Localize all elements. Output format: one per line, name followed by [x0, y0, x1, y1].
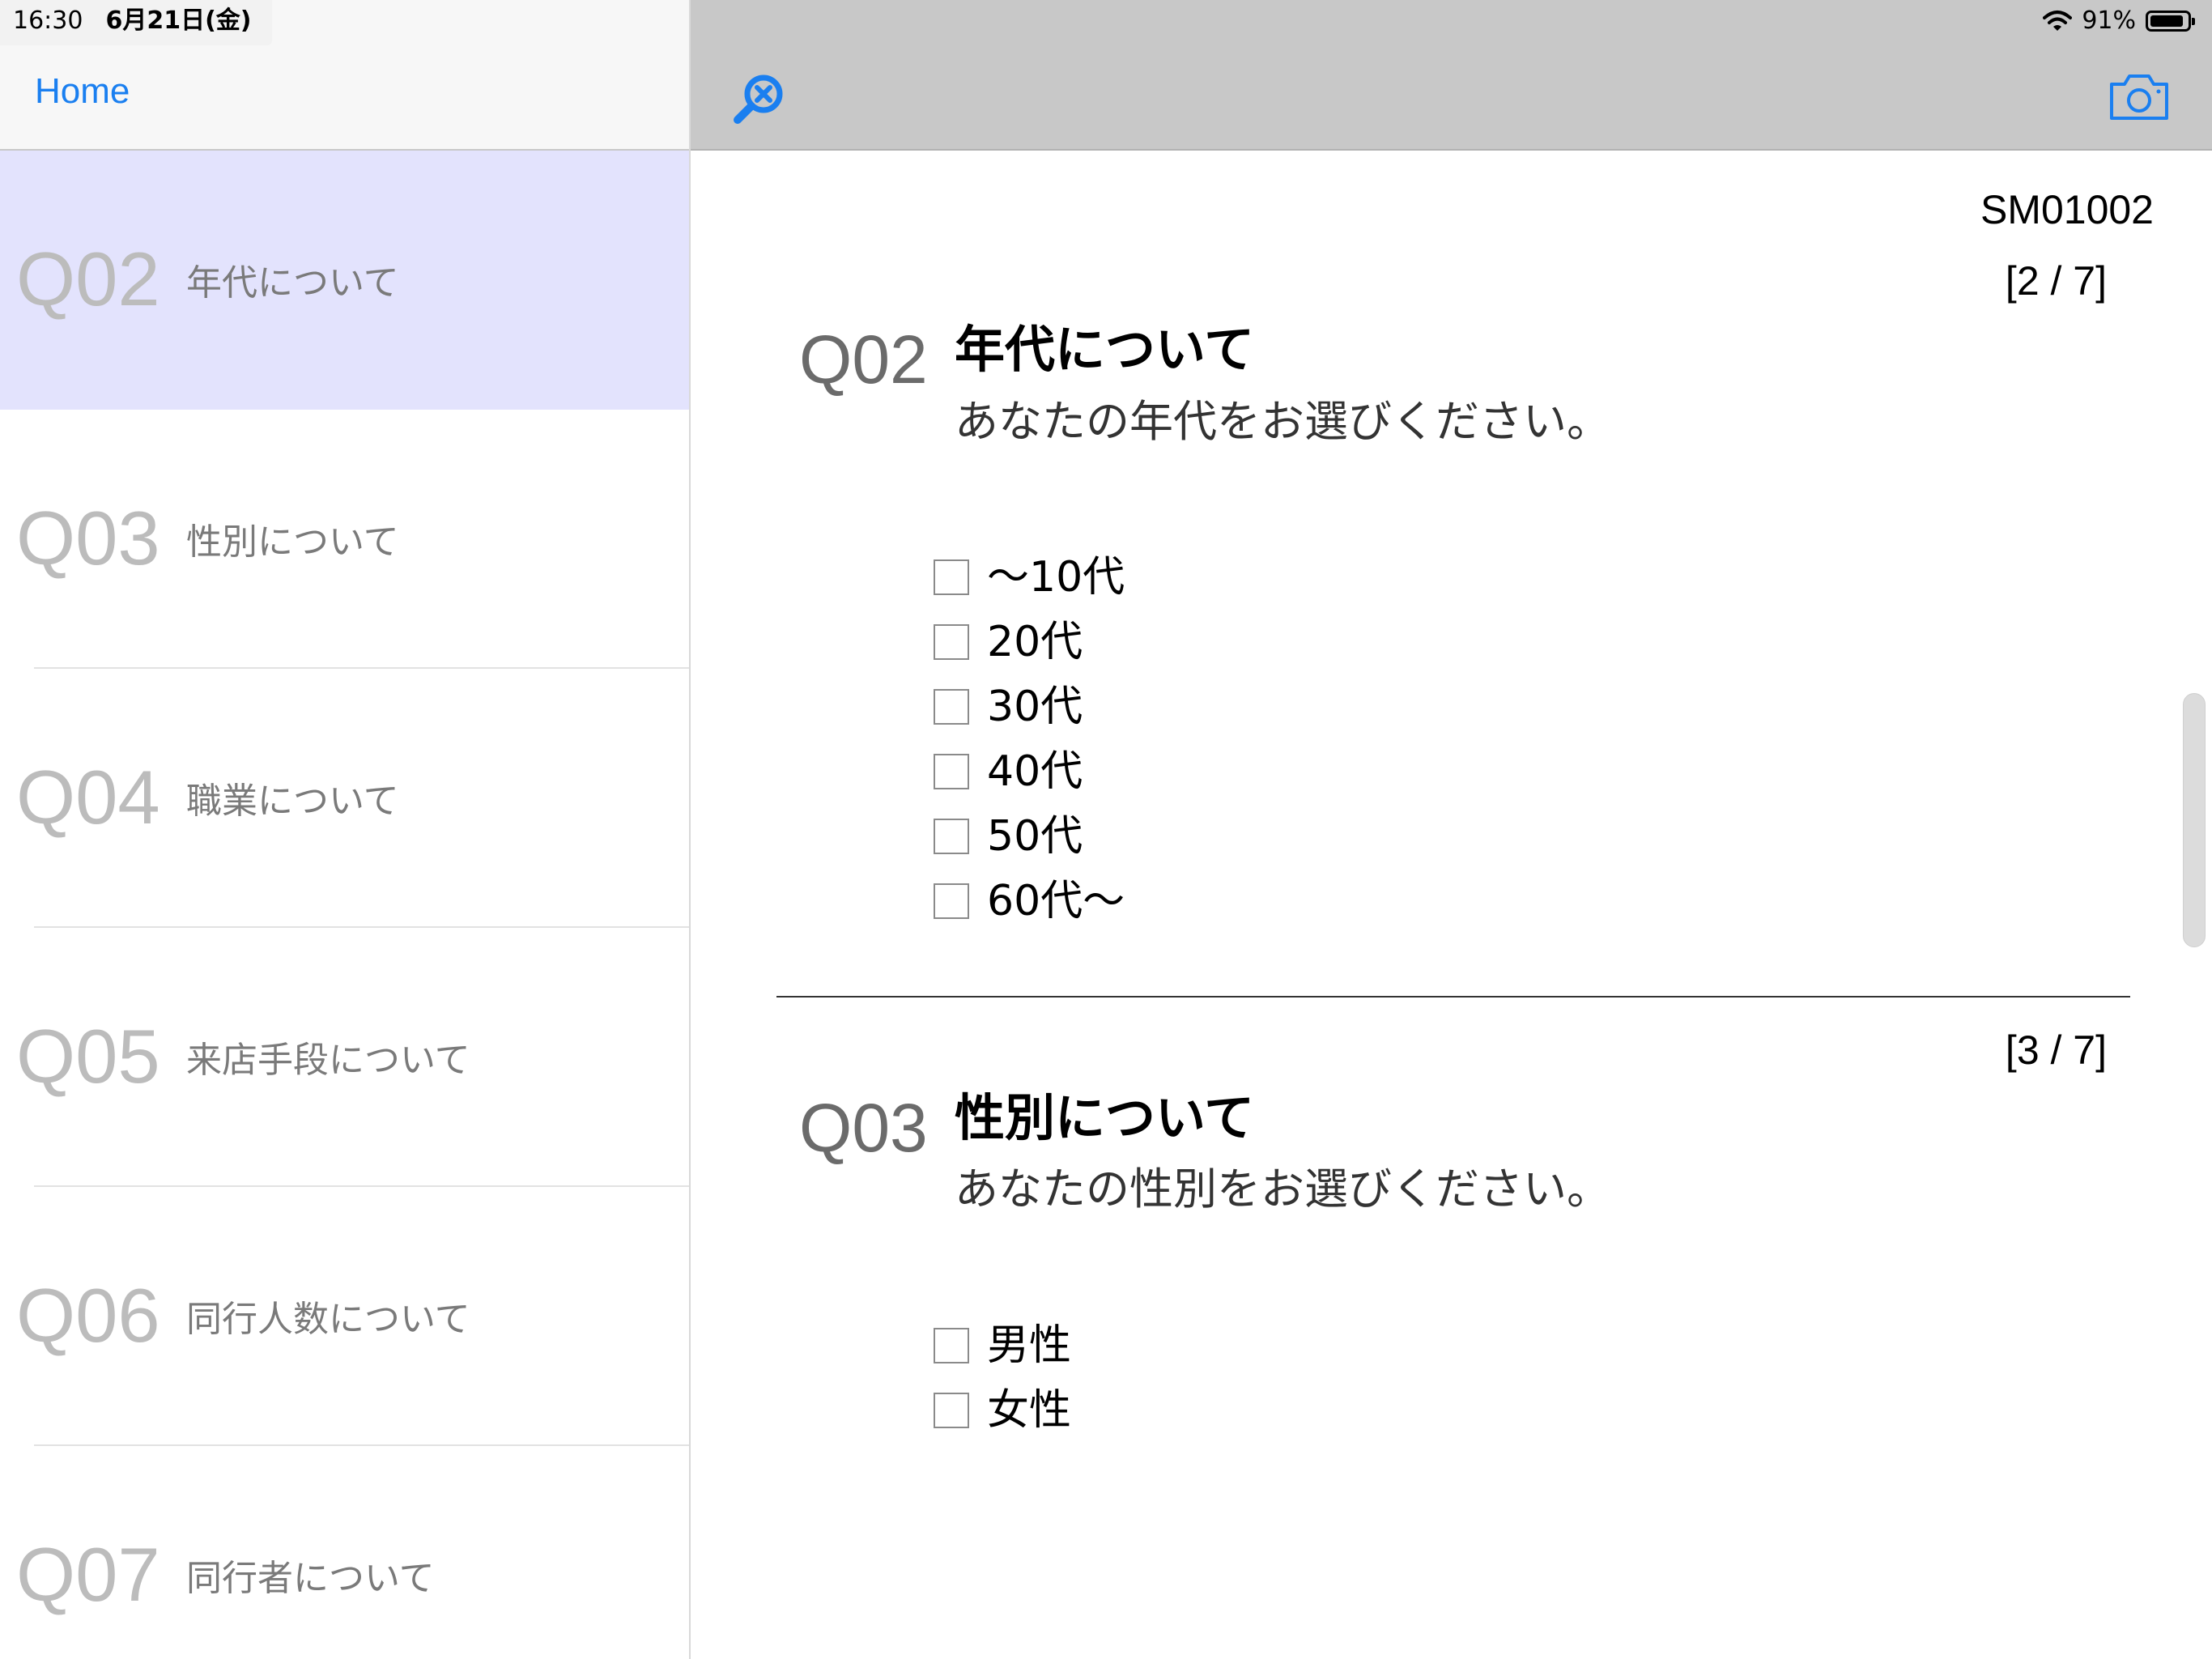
sidebar-item-q02[interactable]: Q02 年代について: [0, 151, 689, 410]
option-row[interactable]: 女性: [934, 1378, 1071, 1443]
sidebar-item-number: Q05: [16, 1014, 160, 1099]
status-time: 16:30: [13, 6, 83, 35]
status-bar-right: 91%: [2043, 5, 2195, 37]
sidebar-item-label: 同行者について: [186, 1558, 435, 1599]
sidebar-item-number: Q04: [16, 755, 160, 840]
option-label: ～10代: [987, 553, 1125, 602]
question-number: Q03: [799, 1090, 928, 1166]
option-label: 30代: [987, 683, 1083, 731]
sidebar-item-label: 年代について: [186, 262, 399, 304]
document-id: SM01002: [1980, 187, 2154, 232]
question-progress: [2 / 7]: [2005, 258, 2107, 304]
option-row[interactable]: 20代: [934, 610, 1125, 674]
sidebar-item-number: Q07: [16, 1532, 160, 1617]
search-clear-icon[interactable]: [731, 71, 788, 128]
sidebar: 16:30 6月21日(金) Home Q02 年代について Q03 性別について…: [0, 0, 691, 1659]
checkbox[interactable]: [934, 883, 969, 919]
camera-icon[interactable]: [2108, 71, 2170, 121]
question-progress: [3 / 7]: [2005, 1027, 2107, 1073]
option-row[interactable]: ～10代: [934, 545, 1125, 610]
sidebar-item-q05[interactable]: Q05 来店手段について: [0, 928, 689, 1187]
checkbox[interactable]: [934, 1328, 969, 1363]
option-label: 50代: [987, 812, 1083, 861]
sidebar-item-number: Q02: [16, 236, 160, 321]
question-title: 年代について: [955, 320, 1255, 379]
question-description: あなたの年代をお選びください。: [955, 396, 1610, 447]
option-label: 女性: [987, 1386, 1072, 1435]
option-label: 40代: [987, 747, 1083, 796]
wifi-icon: [2043, 11, 2073, 31]
sidebar-header: 16:30 6月21日(金) Home: [0, 0, 689, 151]
checkbox[interactable]: [934, 1393, 969, 1428]
status-bar-left: 16:30 6月21日(金): [0, 0, 272, 45]
checkbox[interactable]: [934, 819, 969, 854]
question-description: あなたの性別をお選びください。: [955, 1163, 1610, 1214]
sidebar-item-label: 来店手段について: [186, 1040, 470, 1081]
sidebar-item-number: Q06: [16, 1273, 160, 1358]
sidebar-item-q06[interactable]: Q06 同行人数について: [0, 1187, 689, 1446]
battery-percent: 91%: [2082, 6, 2136, 35]
sidebar-item-q03[interactable]: Q03 性別について: [0, 410, 689, 669]
question-divider: [776, 996, 2130, 998]
scrollbar[interactable]: [2183, 693, 2206, 947]
option-row[interactable]: 50代: [934, 804, 1125, 869]
status-date: 6月21日(金): [105, 6, 252, 35]
sidebar-item-q07[interactable]: Q07 同行者について: [0, 1446, 689, 1659]
survey-content[interactable]: SM01002 [2 / 7] Q02 年代について あなたの年代をお選びくださ…: [691, 151, 2212, 1659]
option-label: 男性: [987, 1321, 1072, 1370]
checkbox[interactable]: [934, 624, 969, 660]
sidebar-item-q04[interactable]: Q04 職業について: [0, 669, 689, 928]
option-label: 20代: [987, 618, 1083, 666]
question-number: Q02: [799, 321, 928, 398]
battery-level: [2150, 15, 2184, 27]
checkbox[interactable]: [934, 754, 969, 789]
toolbar: 91%: [691, 0, 2212, 151]
checkbox[interactable]: [934, 559, 969, 595]
option-row[interactable]: 30代: [934, 674, 1125, 739]
option-row[interactable]: 40代: [934, 739, 1125, 804]
checkbox[interactable]: [934, 689, 969, 725]
battery-icon: [2146, 11, 2195, 32]
sidebar-item-label: 職業について: [186, 781, 399, 822]
option-row[interactable]: 男性: [934, 1313, 1071, 1378]
option-list-q02: ～10代 20代 30代 40代 50代 60代～: [934, 545, 1125, 934]
question-title: 性別について: [955, 1088, 1255, 1147]
sidebar-item-label: 性別について: [186, 521, 399, 563]
sidebar-item-label: 同行人数について: [186, 1299, 470, 1340]
option-list-q03: 男性 女性: [934, 1313, 1071, 1443]
option-row[interactable]: 60代～: [934, 869, 1125, 934]
home-link[interactable]: Home: [35, 71, 130, 112]
option-label: 60代～: [987, 877, 1125, 925]
sidebar-item-number: Q03: [16, 496, 160, 581]
